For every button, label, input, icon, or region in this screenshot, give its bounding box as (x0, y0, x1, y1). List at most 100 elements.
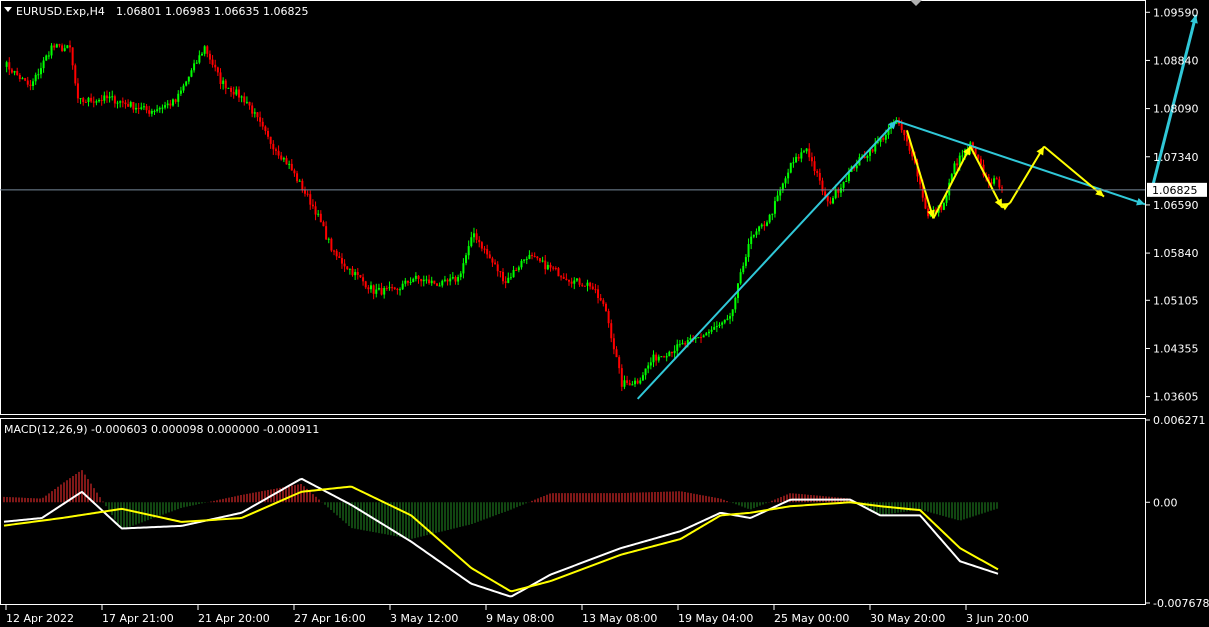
candle-body (747, 244, 750, 258)
candle-body (623, 380, 626, 387)
candle-body (628, 382, 631, 386)
candle-body (594, 289, 597, 291)
candle-body (457, 277, 460, 282)
candle-body (631, 384, 634, 386)
candle-body (734, 297, 737, 310)
candle-body (776, 195, 779, 202)
current-price-label: 1.06825 (1152, 184, 1198, 197)
candle-body (39, 68, 42, 75)
candle-body (50, 45, 53, 56)
candle-body (773, 201, 776, 214)
candle-body (446, 279, 449, 282)
candle-body (665, 356, 668, 358)
candle-body (670, 351, 673, 354)
candle-body (578, 278, 581, 285)
candle-body (710, 329, 713, 332)
candle-body (261, 121, 264, 127)
candle-body (942, 202, 945, 210)
candle-body (560, 276, 563, 278)
candle-body (92, 101, 95, 103)
candle-body (504, 281, 507, 283)
candle-body (731, 309, 734, 317)
candle-body (132, 102, 135, 110)
candle-body (813, 161, 816, 172)
candle-body (383, 288, 386, 295)
candle-body (137, 107, 140, 109)
candle-body (63, 48, 66, 51)
candle-body (417, 275, 420, 279)
candle-body (713, 327, 716, 330)
candle-body (528, 254, 531, 259)
candle-body (800, 152, 803, 159)
candle-body (161, 107, 164, 109)
candle-body (956, 163, 959, 166)
candle-body (274, 149, 277, 151)
candle-body (375, 289, 378, 294)
candle-body (531, 254, 534, 257)
candle-body (443, 279, 446, 281)
candle-body (454, 277, 457, 282)
candle-body (488, 254, 491, 259)
candle-body (293, 170, 296, 174)
candle-body (351, 268, 354, 276)
candle-body (591, 286, 594, 290)
candle-body (58, 44, 61, 46)
price-tick-label: 1.04355 (1153, 342, 1199, 355)
candle-body (142, 106, 145, 108)
candle-body (369, 285, 372, 290)
candle-body (789, 162, 792, 173)
candle-body (198, 55, 201, 63)
candle-body (404, 280, 407, 284)
candle-body (95, 101, 98, 103)
candle-body (586, 282, 589, 286)
candle-body (98, 99, 101, 102)
candle-body (414, 275, 417, 279)
candle-body (784, 178, 787, 184)
candle-body (829, 201, 832, 204)
candle-body (787, 172, 790, 179)
candle-body (330, 238, 333, 251)
candle-body (449, 278, 452, 282)
candle-body (158, 107, 161, 110)
candle-body (610, 323, 613, 339)
candle-body (164, 105, 167, 108)
candle-body (480, 242, 483, 249)
candle-body (420, 278, 423, 282)
candle-body (422, 279, 425, 282)
candle-body (657, 356, 660, 361)
candle-body (34, 74, 37, 82)
candle-body (190, 70, 193, 77)
candle-body (325, 226, 328, 240)
candle-body (367, 287, 370, 290)
candle-body (433, 280, 436, 284)
candle-body (26, 80, 29, 85)
candle-body (156, 109, 159, 111)
candle-body (66, 45, 69, 49)
candle-body (237, 89, 240, 98)
candle-body (641, 375, 644, 381)
candle-body (140, 107, 143, 109)
candle-body (824, 191, 827, 196)
candle-body (771, 213, 774, 215)
candle-body (90, 97, 93, 102)
candle-body (570, 281, 573, 284)
candle-body (364, 281, 367, 288)
candle-body (401, 283, 404, 290)
candle-body (42, 60, 45, 69)
candle-body (243, 96, 246, 103)
time-tick-label: 25 May 00:00 (774, 612, 849, 625)
candle-body (211, 59, 214, 65)
price-tick-label: 1.03605 (1153, 391, 1199, 404)
candle-body (459, 273, 462, 278)
candle-body (990, 182, 993, 184)
candle-body (309, 194, 312, 205)
candle-body (385, 288, 388, 290)
candle-body (871, 149, 874, 152)
candle-body (884, 134, 887, 140)
candle-body (105, 95, 108, 99)
candle-body (702, 335, 705, 338)
candle-body (953, 163, 956, 175)
candle-body (71, 47, 74, 66)
candle-body (995, 178, 998, 180)
candle-body (499, 271, 502, 273)
